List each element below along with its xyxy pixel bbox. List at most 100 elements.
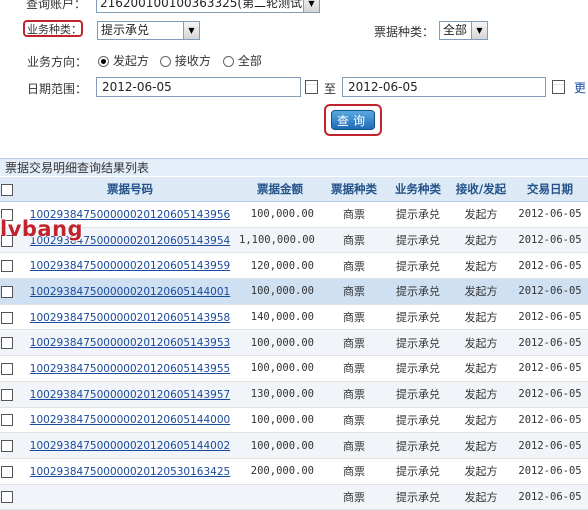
column-header[interactable]: 交易日期 <box>512 177 588 202</box>
chevron-down-icon[interactable]: ▼ <box>471 22 487 39</box>
checkbox-icon[interactable] <box>1 465 13 478</box>
bill-type-value: 全部 <box>443 23 468 37</box>
biz-type-cell: 提示承兑 <box>386 304 450 331</box>
row-select-cell <box>0 329 22 357</box>
role-cell: 发起方 <box>450 278 512 305</box>
bill-number-cell <box>22 484 238 510</box>
biz-type-cell: 提示承兑 <box>386 278 450 305</box>
table-row[interactable]: 10029384750000002012060514395​6 100,000.0… <box>0 201 588 228</box>
bill-number-cell: 100293847500000020120605144002 <box>22 432 238 459</box>
radio-checked-icon[interactable] <box>98 56 109 67</box>
checkbox-icon[interactable] <box>1 362 13 375</box>
role-cell: 发起方 <box>450 252 512 280</box>
column-header[interactable]: 票据金额 <box>238 177 322 202</box>
column-header[interactable]: 票据号码 <box>22 177 238 202</box>
bill-number-link[interactable]: 100293847500000020120605143955 <box>30 363 230 375</box>
amount-cell: 100,000.00 <box>238 329 322 357</box>
role-cell: 发起方 <box>450 407 512 434</box>
account-label: 查询账户： <box>26 0 87 11</box>
date-cell: 2012-06-05 <box>512 355 588 382</box>
bill-number-link[interactable]: 100293847500000020120605144002 <box>30 440 230 452</box>
bill-type-cell: 商票 <box>322 458 386 485</box>
checkbox-icon[interactable] <box>1 414 13 427</box>
amount-cell: 100,000.00 <box>238 355 322 382</box>
row-select-cell <box>0 278 22 305</box>
checkbox-icon[interactable] <box>1 311 13 324</box>
business-type-select[interactable]: 提示承兑 ▼ <box>97 21 200 40</box>
date-cell: 2012-06-05 <box>512 227 588 254</box>
table-row[interactable]: 100293847500000020120605143954 1,100,000.… <box>0 227 588 254</box>
role-cell: 发起方 <box>450 201 512 228</box>
direction-radio-initiator[interactable]: 发起方 <box>98 52 149 69</box>
date-cell: 2012-06-05 <box>512 458 588 485</box>
checkbox-icon[interactable] <box>1 183 13 196</box>
amount-cell: 200,000.00 <box>238 458 322 485</box>
bill-number-link[interactable]: 100293847500000020120605143959 <box>30 260 230 272</box>
table-row[interactable]: 100293847500000020120605144002 100,000.00… <box>0 432 588 459</box>
checkbox-icon[interactable] <box>1 285 13 298</box>
bill-number-link[interactable]: 100293847500000020120605143957 <box>30 389 230 401</box>
biz-type-cell: 提示承兑 <box>386 484 450 510</box>
column-header[interactable]: 业务种类 <box>386 177 450 202</box>
table-row[interactable]: 商票 提示承兑 发起方 2012-06-05 <box>0 484 588 510</box>
date-to-input[interactable]: 2012-06-05 <box>342 77 546 97</box>
select-all-cell[interactable] <box>0 177 22 202</box>
table-row[interactable]: 100293847500000020120605143959 120,000.00… <box>0 252 588 280</box>
business-type-label: 业务种类： <box>27 23 82 36</box>
checkbox-icon[interactable] <box>1 491 13 504</box>
checkbox-icon[interactable] <box>1 440 13 453</box>
results-table: 票据号码 票据金额 票据种类 业务种类 接收/发起 交易日期 100293847… <box>0 177 588 510</box>
date-cell: 2012-06-05 <box>512 484 588 510</box>
direction-radio-all[interactable]: 全部 <box>223 52 262 69</box>
row-select-cell <box>0 304 22 331</box>
date-cell: 2012-06-05 <box>512 201 588 228</box>
table-row[interactable]: 100293847500000020120605143955 100,000.00… <box>0 355 588 382</box>
bill-number-link[interactable]: 100293847500000020120605144000 <box>30 414 230 426</box>
biz-type-cell: 提示承兑 <box>386 227 450 254</box>
checkbox-icon[interactable] <box>1 388 13 401</box>
account-value: 21620010010036332​5(第二轮测试1) <box>100 0 315 10</box>
checkbox-icon[interactable] <box>1 260 13 273</box>
date-cell: 2012-06-05 <box>512 329 588 357</box>
column-header[interactable]: 票据种类 <box>322 177 386 202</box>
account-select[interactable]: 21620010010036332​5(第二轮测试1) ▼ <box>96 0 320 13</box>
more-link[interactable]: 更 <box>574 79 586 96</box>
radio-unchecked-icon[interactable] <box>223 56 234 67</box>
bill-number-cell: 100293847500000020120605143953 <box>22 329 238 357</box>
checkbox-icon[interactable] <box>1 337 13 350</box>
direction-radio-receiver[interactable]: 接收方 <box>160 52 211 69</box>
chevron-down-icon[interactable]: ▼ <box>303 0 319 12</box>
amount-cell: 100,000.00 <box>238 432 322 459</box>
radio-unchecked-icon[interactable] <box>160 56 171 67</box>
table-row[interactable]: 100293847500000020120605143957 130,000.00… <box>0 381 588 408</box>
bill-number-link[interactable]: 100293847500000020120530163425 <box>30 466 230 478</box>
amount-cell: 100,000.00 <box>238 201 322 228</box>
bill-type-select[interactable]: 全部 ▼ <box>439 21 488 40</box>
query-button[interactable]: 查询 <box>331 110 375 130</box>
calendar-icon[interactable] <box>305 80 318 94</box>
role-cell: 发起方 <box>450 227 512 254</box>
row-select-cell <box>0 432 22 459</box>
bill-number-link[interactable]: 100293847500000020120605143953 <box>30 337 230 349</box>
table-row[interactable]: 100293847500000020120605144000 100,000.00… <box>0 407 588 434</box>
table-row[interactable]: 100293847500000020120530163425 200,000.00… <box>0 458 588 485</box>
table-row[interactable]: 100293847500000020120605143958 140,000.00… <box>0 304 588 331</box>
chevron-down-icon[interactable]: ▼ <box>183 22 199 39</box>
table-row[interactable]: 100293847500000020120605143953 100,000.00… <box>0 329 588 357</box>
column-header[interactable]: 接收/发起 <box>450 177 512 202</box>
direction-option-label: 发起方 <box>112 54 149 68</box>
role-cell: 发起方 <box>450 304 512 331</box>
role-cell: 发起方 <box>450 484 512 510</box>
date-from-input[interactable]: 2012-06-05 <box>96 77 301 97</box>
bill-type-cell: 商票 <box>322 227 386 254</box>
table-row[interactable]: 100293847500000020120605144001 100,000.00… <box>0 278 588 305</box>
date-to-label: 至 <box>324 82 337 96</box>
direction-label: 业务方向： <box>27 55 88 69</box>
role-cell: 发起方 <box>450 432 512 459</box>
bill-number-link[interactable]: 100293847500000020120605143958 <box>30 312 230 324</box>
bill-type-cell: 商票 <box>322 432 386 459</box>
calendar-icon[interactable] <box>552 80 565 94</box>
bill-type-cell: 商票 <box>322 407 386 434</box>
bill-number-link[interactable]: 100293847500000020120605144001 <box>30 286 230 298</box>
table-header-row: 票据号码 票据金额 票据种类 业务种类 接收/发起 交易日期 <box>0 177 588 202</box>
